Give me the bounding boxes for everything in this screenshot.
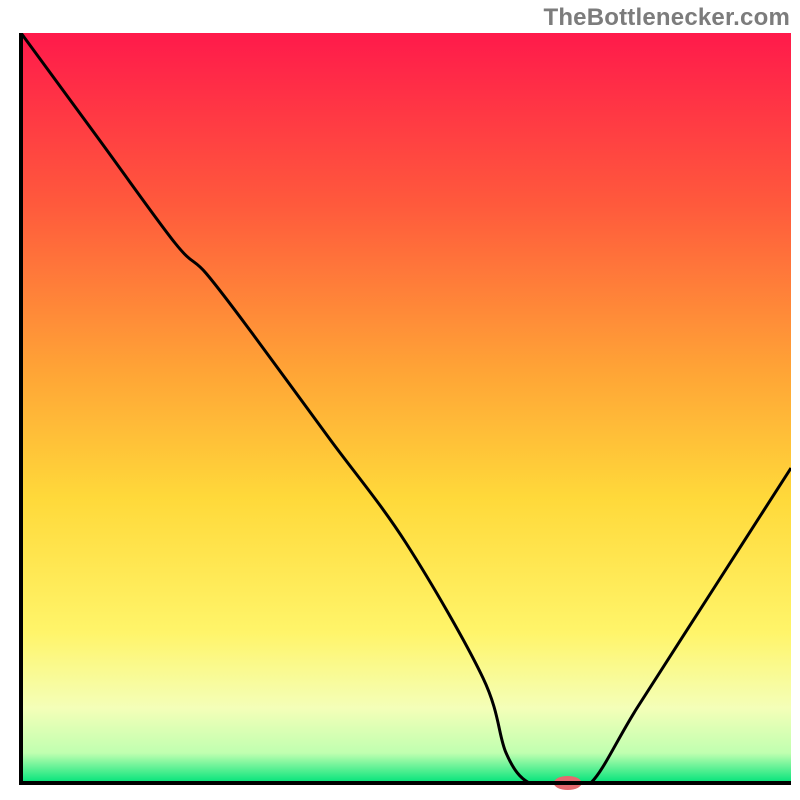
chart-stage: TheBottlenecker.com <box>0 0 800 800</box>
bottleneck-chart <box>0 0 800 800</box>
gradient-background <box>21 33 791 783</box>
watermark-text: TheBottlenecker.com <box>543 4 790 32</box>
